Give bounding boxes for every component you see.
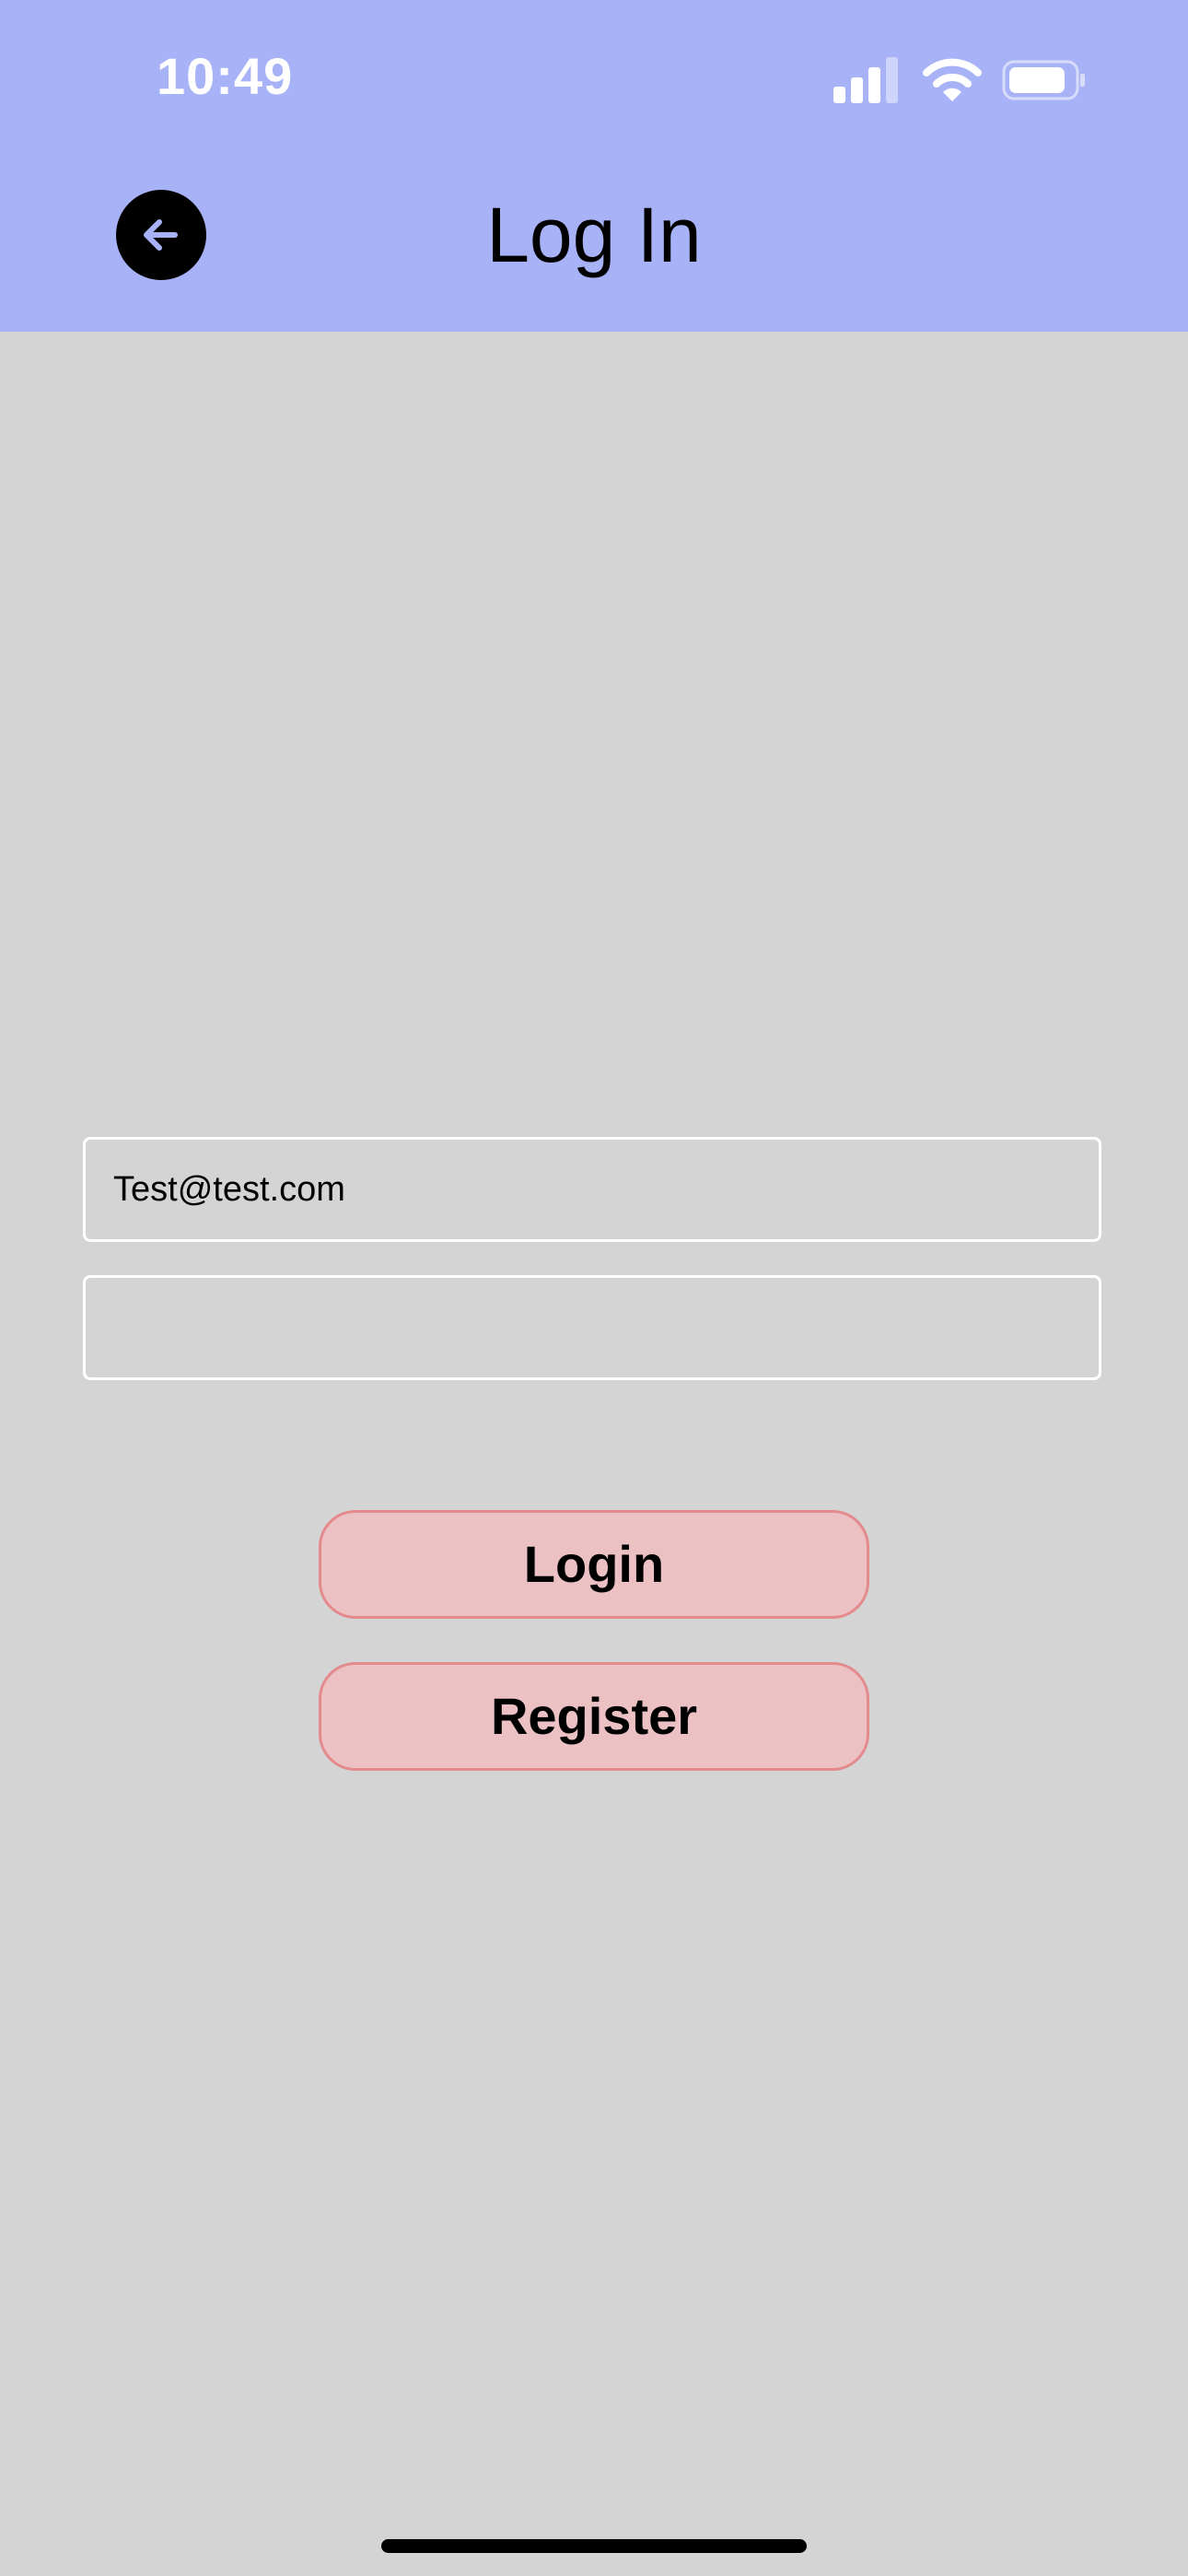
register-button[interactable]: Register [319, 1662, 869, 1771]
page-title: Log In [486, 192, 702, 278]
cell-signal-icon [833, 57, 898, 103]
battery-icon [1002, 60, 1085, 100]
wifi-icon [923, 58, 982, 101]
login-button[interactable]: Login [319, 1510, 869, 1619]
password-field[interactable] [83, 1275, 1101, 1380]
email-field[interactable] [83, 1137, 1101, 1242]
navigation-header: 10:49 Log In [0, 0, 1188, 332]
status-bar-time: 10:49 [157, 47, 294, 105]
home-indicator[interactable] [381, 2539, 807, 2553]
status-bar-icons [833, 57, 1087, 103]
